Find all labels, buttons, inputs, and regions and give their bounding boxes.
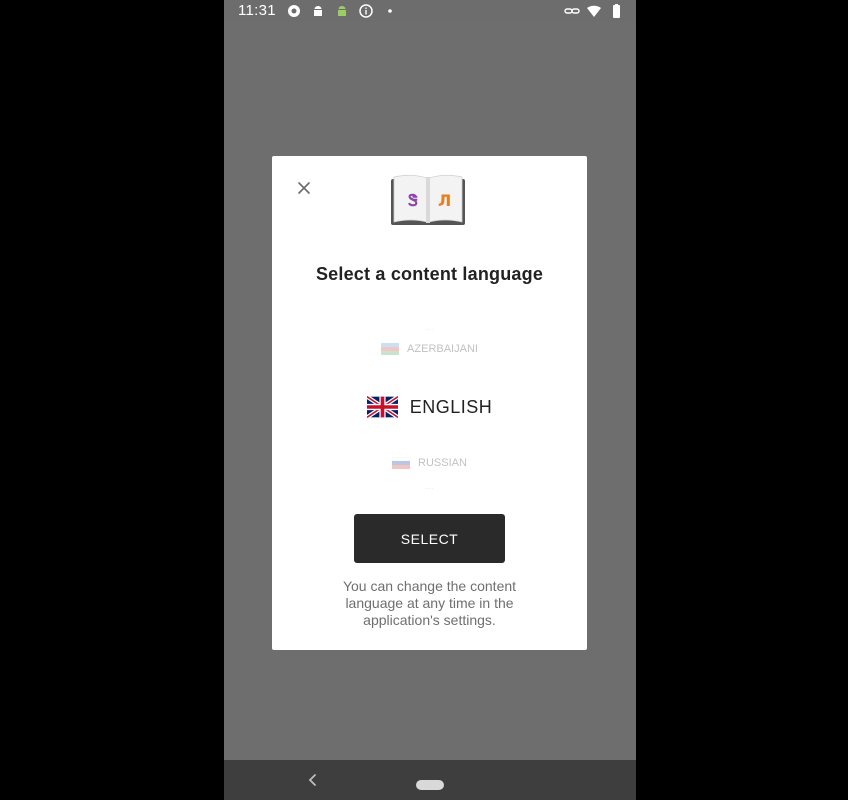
select-button[interactable]: SELECT	[354, 514, 505, 563]
close-icon	[298, 182, 310, 194]
language-option-azerbaijani[interactable]: AZERBAIJANI	[272, 343, 587, 355]
language-option-far-top[interactable]: ...	[272, 322, 587, 333]
russia-flag-icon	[392, 457, 411, 469]
link-icon	[564, 8, 580, 14]
home-pill-button[interactable]	[416, 780, 444, 790]
phone-screen: 11:31 Ꮥ Л Select a content language ... …	[224, 0, 636, 800]
status-time: 11:31	[238, 2, 276, 19]
status-system-icons	[564, 3, 624, 19]
dot-icon	[388, 9, 392, 13]
android-green-icon	[338, 6, 346, 16]
language-option-english[interactable]: ENGLISH	[272, 396, 587, 418]
language-label-selected: ENGLISH	[409, 396, 493, 417]
hint-text: You can change the content language at a…	[342, 578, 517, 628]
azerbaijan-flag-icon	[381, 343, 400, 355]
language-label: RUSSIAN	[418, 457, 467, 469]
language-option-russian[interactable]: RUSSIAN	[272, 457, 587, 469]
settings-notification-icon	[288, 5, 300, 17]
language-label: AZERBAIJANI	[407, 343, 478, 355]
language-label: ...	[425, 481, 434, 492]
status-bar: 11:31	[224, 0, 636, 22]
svg-text:Л: Л	[438, 191, 451, 210]
status-notification-icons	[286, 3, 398, 19]
language-label: ...	[425, 322, 434, 333]
dialog-title: Select a content language	[315, 264, 544, 284]
close-button[interactable]	[292, 176, 316, 200]
info-icon	[359, 4, 373, 18]
svg-text:Ꮥ: Ꮥ	[408, 191, 418, 210]
android-icon	[314, 6, 322, 16]
book-icon: Ꮥ Л	[391, 174, 465, 225]
uk-flag-icon	[366, 396, 398, 418]
back-icon[interactable]	[306, 770, 320, 790]
language-option-far-bottom[interactable]: ...	[272, 481, 587, 492]
battery-icon	[613, 4, 620, 18]
navigation-bar	[224, 760, 636, 800]
wifi-icon	[587, 5, 601, 17]
language-dialog: Ꮥ Л Select a content language ... AZERBA…	[272, 156, 587, 650]
